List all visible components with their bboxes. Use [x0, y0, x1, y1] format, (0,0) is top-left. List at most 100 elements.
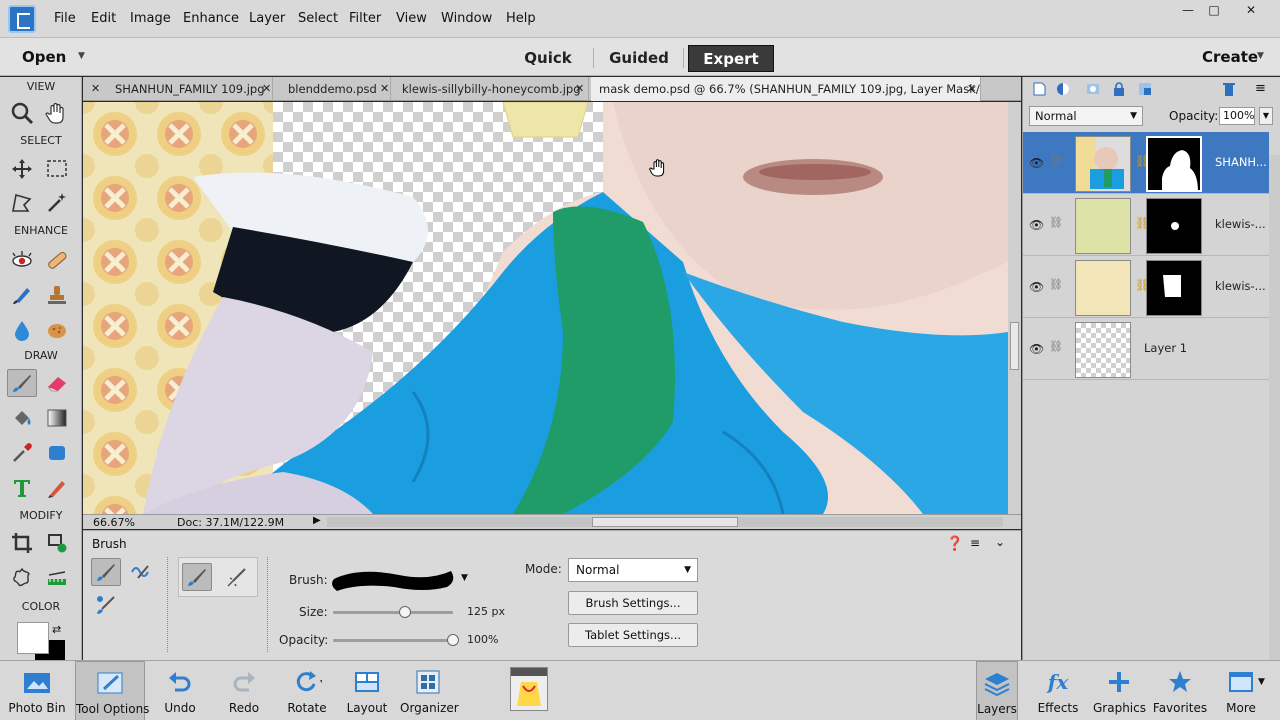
undo-button[interactable]: Undo — [153, 661, 207, 720]
hand-tool-icon[interactable] — [42, 99, 72, 127]
minimize-button[interactable]: — — [1177, 2, 1199, 18]
open-dropdown-icon[interactable]: ▼ — [78, 51, 85, 61]
eyedropper-tool-icon[interactable] — [7, 439, 37, 467]
size-slider-knob[interactable] — [399, 606, 411, 618]
create-dropdown-icon[interactable]: ▼ — [1257, 51, 1264, 61]
menu-layer[interactable]: Layer — [249, 11, 285, 26]
doc-tab[interactable]: klewis-sillybilly-honeycomb.jpg — [394, 77, 589, 101]
tablet-settings-button[interactable]: Tablet Settings... — [568, 623, 698, 647]
sponge-tool-icon[interactable] — [42, 316, 72, 344]
photo-bin-thumbnail[interactable] — [510, 667, 548, 711]
eraser-tool-icon[interactable] — [42, 369, 72, 397]
straighten-tool-icon[interactable] — [42, 564, 72, 592]
smart-brush-tool-icon[interactable] — [7, 281, 37, 309]
tab-guided[interactable]: Guided — [600, 45, 678, 72]
menu-filter[interactable]: Filter — [349, 11, 381, 26]
tab-close-icon[interactable]: ✕ — [967, 77, 976, 101]
help-icon[interactable]: ❓ — [946, 536, 963, 552]
eye-icon[interactable]: 👁 — [1029, 156, 1044, 170]
graphics-button[interactable]: Graphics — [1093, 661, 1146, 720]
size-slider[interactable] — [333, 606, 453, 618]
doc-tab[interactable]: SHANHUN_FAMILY 109.jpg — [103, 77, 273, 101]
brush-dropdown-icon[interactable]: ▼ — [461, 573, 468, 583]
brush-mode-icon[interactable] — [91, 558, 121, 586]
menu-image[interactable]: Image — [130, 11, 171, 26]
blend-mode-select[interactable]: Normal ▼ — [1029, 106, 1143, 126]
open-button[interactable]: Open — [22, 48, 66, 66]
layer-name[interactable]: SHANH... — [1215, 155, 1267, 169]
menu-select[interactable]: Select — [298, 11, 338, 26]
red-eye-tool-icon[interactable] — [7, 246, 37, 274]
blur-tool-icon[interactable] — [7, 316, 37, 344]
shape-tool-icon[interactable] — [42, 439, 72, 467]
opacity-value[interactable]: 100% — [467, 633, 498, 646]
normal-brush-icon[interactable] — [182, 563, 212, 591]
link-icon[interactable]: ⛓ — [1049, 340, 1063, 353]
menu-file[interactable]: File — [54, 11, 76, 26]
opacity-slider[interactable] — [333, 634, 459, 646]
move-tool-icon[interactable] — [7, 155, 37, 183]
create-button[interactable]: Create — [1202, 48, 1258, 66]
mask-thumbnail[interactable] — [1146, 198, 1202, 254]
brush-settings-button[interactable]: Brush Settings... — [568, 591, 698, 615]
brush-preset-picker[interactable] — [329, 563, 459, 593]
zoom-tool-icon[interactable] — [7, 99, 37, 127]
horizontal-scrollbar[interactable] — [327, 517, 1003, 527]
more-button[interactable]: More — [1218, 661, 1264, 720]
doc-tab-active[interactable]: mask demo.psd @ 66.7% (SHANHUN_FAMILY 10… — [591, 77, 981, 101]
tool-options-button[interactable]: Tool Options — [75, 661, 149, 720]
panel-menu-icon[interactable]: ≡ — [970, 536, 980, 550]
spot-healing-tool-icon[interactable] — [42, 246, 72, 274]
vertical-scroll-thumb[interactable] — [1010, 322, 1019, 370]
crop-tool-icon[interactable] — [7, 529, 37, 557]
image-canvas[interactable] — [83, 102, 1008, 514]
swap-colors-icon[interactable]: ⇄ — [52, 623, 61, 636]
lasso-tool-icon[interactable] — [7, 189, 37, 217]
pencil-tool-icon[interactable] — [42, 474, 72, 502]
doc-tab[interactable]: blenddemo.psd — [277, 77, 391, 101]
impressionist-brush-icon[interactable] — [125, 558, 155, 586]
mask-thumbnail[interactable] — [1146, 136, 1202, 192]
maximize-button[interactable]: □ — [1203, 2, 1225, 18]
add-mask-icon[interactable] — [1085, 81, 1101, 97]
type-tool-icon[interactable] — [7, 474, 37, 502]
link-icon[interactable]: ⛓ — [1049, 216, 1063, 229]
tab-quick[interactable]: Quick — [508, 45, 588, 72]
opacity-dropdown-icon[interactable]: ▼ — [1259, 107, 1273, 125]
tab-close-icon[interactable]: ✕ — [262, 77, 271, 101]
collapse-panel-icon[interactable]: ⌄ — [995, 535, 1005, 549]
vertical-scrollbar[interactable] — [1008, 102, 1021, 514]
lock-all-icon[interactable] — [1111, 81, 1127, 97]
layers-scrollbar[interactable] — [1269, 155, 1280, 660]
menu-edit[interactable]: Edit — [91, 11, 116, 26]
layer-row[interactable]: 👁 ⛓ ⛓ klewis-... — [1023, 194, 1269, 256]
close-window-button[interactable]: ✕ — [1240, 2, 1262, 18]
status-menu-icon[interactable]: ▶ — [313, 515, 321, 526]
link-icon[interactable]: ⛓ — [1049, 154, 1063, 167]
opacity-slider-knob[interactable] — [447, 634, 459, 646]
clone-stamp-tool-icon[interactable] — [42, 281, 72, 309]
recompose-tool-icon[interactable] — [42, 529, 72, 557]
adjustment-layer-icon[interactable] — [1055, 81, 1071, 97]
paint-bucket-tool-icon[interactable] — [7, 404, 37, 432]
favorites-button[interactable]: Favorites — [1152, 661, 1208, 720]
content-aware-move-tool-icon[interactable] — [7, 564, 37, 592]
photo-bin-button[interactable]: Photo Bin — [6, 661, 68, 720]
layout-button[interactable]: Layout — [340, 661, 394, 720]
zoom-level[interactable]: 66.67% — [93, 516, 135, 529]
new-layer-icon[interactable] — [1031, 81, 1047, 97]
layer-row[interactable]: 👁 ⛓ Layer 1 — [1023, 318, 1269, 380]
airbrush-icon[interactable] — [222, 563, 252, 591]
menu-window[interactable]: Window — [441, 11, 492, 26]
more-dropdown-icon[interactable]: ▼ — [1258, 677, 1265, 687]
marquee-tool-icon[interactable] — [42, 155, 72, 183]
layer-name[interactable]: Layer 1 — [1144, 341, 1187, 355]
organizer-button[interactable]: Organizer — [400, 661, 459, 720]
gradient-tool-icon[interactable] — [42, 404, 72, 432]
menu-help[interactable]: Help — [506, 11, 536, 26]
tab-close-icon[interactable]: ✕ — [575, 77, 584, 101]
panel-menu-icon[interactable]: ≡ — [1255, 81, 1266, 96]
color-replacement-brush-icon[interactable] — [91, 591, 121, 619]
layer-name[interactable]: klewis-... — [1215, 217, 1266, 231]
eye-icon[interactable]: 👁 — [1029, 342, 1044, 356]
